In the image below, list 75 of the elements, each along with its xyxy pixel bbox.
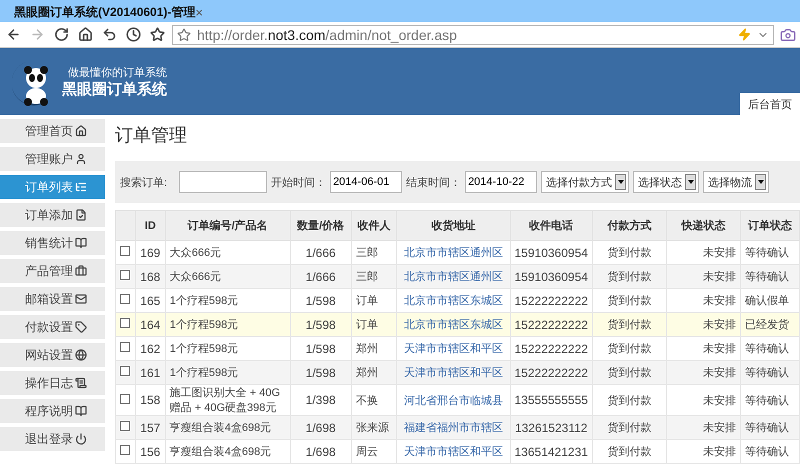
row-checkbox[interactable] — [120, 394, 130, 404]
person-icon — [75, 153, 87, 165]
document-check-icon — [75, 209, 87, 221]
tab-close-button[interactable]: × — [195, 4, 203, 20]
scroll-icon — [75, 377, 87, 389]
start-date-label: 开始时间： — [271, 176, 326, 190]
address-bar[interactable]: http://order.not3.com/admin/not_order.asp — [172, 24, 774, 44]
home-tab[interactable]: 后台首页 — [740, 93, 800, 115]
end-date-field[interactable]: 2014-10-22 — [465, 171, 538, 193]
sidebar-item[interactable]: 程序说明 — [0, 399, 105, 423]
url-text: http://order.not3.com/admin/not_order.asp — [197, 26, 458, 42]
search-label: 搜索订单: — [120, 176, 168, 190]
row-checkbox[interactable] — [120, 366, 130, 376]
column-header: 订单编号/产品名 — [165, 210, 290, 240]
column-header: 数量/价格 — [290, 210, 352, 240]
caret-icon — [688, 180, 694, 184]
column-header: 收件人 — [351, 210, 397, 240]
address-link[interactable]: 天津市市辖区和平区 — [396, 440, 510, 464]
column-header: 快递状态 — [666, 210, 740, 240]
table-cell: 等待确认 — [740, 440, 800, 464]
row-checkbox[interactable] — [120, 445, 130, 455]
table-cell: 未安排 — [666, 440, 740, 464]
filter-select[interactable]: 选择物流 — [703, 171, 770, 193]
column-header: 收件电话 — [510, 210, 592, 240]
table-cell: 1/698 — [290, 440, 352, 464]
column-header: 付款方式 — [592, 210, 666, 240]
end-date-label: 结束时间： — [406, 176, 462, 190]
briefcase-icon — [75, 265, 87, 277]
refresh-icon[interactable] — [52, 26, 70, 44]
sidebar-item[interactable]: 管理账户 — [0, 147, 105, 171]
table-cell: 156 — [135, 440, 166, 464]
power-icon — [75, 433, 87, 445]
row-checkbox[interactable] — [120, 421, 130, 431]
tag-icon — [75, 321, 87, 333]
caret-icon — [758, 180, 764, 184]
home-icon[interactable] — [76, 26, 94, 44]
sidebar-item[interactable]: 网站设置 — [0, 343, 105, 367]
mail-icon — [75, 293, 87, 305]
sidebar-item[interactable]: 退出登录 — [0, 427, 105, 451]
row-checkbox[interactable] — [120, 246, 130, 256]
sidebar-item[interactable]: 订单添加 — [0, 203, 105, 227]
column-header: ID — [135, 210, 166, 240]
sidebar-item[interactable]: 邮箱设置 — [0, 287, 105, 311]
bookmark-icon[interactable] — [148, 26, 166, 44]
sidebar-item[interactable]: 管理首页 — [0, 119, 105, 143]
row-checkbox[interactable] — [120, 294, 130, 304]
tab-title: 黑眼圈订单系统(V20140601)-管理 — [14, 4, 196, 20]
row-checkbox[interactable] — [120, 270, 130, 280]
page-title: 订单管理 — [115, 124, 188, 147]
search-field[interactable] — [179, 171, 268, 193]
list-icon — [75, 181, 87, 193]
caret-icon — [618, 180, 624, 184]
sidebar-item[interactable]: 产品管理 — [0, 259, 105, 283]
row-checkbox[interactable] — [120, 318, 130, 328]
filter-select[interactable]: 选择付款方式 — [541, 171, 630, 193]
column-header: 收货地址 — [396, 210, 510, 240]
row-checkbox[interactable] — [120, 342, 130, 352]
book-icon — [75, 405, 87, 417]
start-date-field[interactable]: 2014-06-01 — [330, 171, 402, 193]
home-icon — [75, 125, 87, 137]
logo-title: 黑眼圈订单系统 — [62, 80, 167, 98]
logo-slogan: 做最懂你的订单系统 — [68, 66, 167, 80]
table-cell: 13651421231 — [510, 440, 592, 464]
sidebar-item[interactable]: 付款设置 — [0, 315, 105, 339]
sidebar-item[interactable]: 销售统计 — [0, 231, 105, 255]
star-icon[interactable] — [177, 28, 191, 42]
table-cell: 亨瘦组合装4盒698元 — [165, 440, 290, 464]
history-icon[interactable] — [124, 26, 142, 44]
filter-select[interactable]: 选择状态 — [633, 171, 700, 193]
globe-icon — [75, 349, 87, 361]
column-header: 订单状态 — [740, 210, 800, 240]
sidebar-item[interactable]: 操作日志 — [0, 371, 105, 395]
table-cell: 周云 — [351, 440, 397, 464]
camera-icon[interactable] — [780, 26, 796, 42]
table-cell: 货到付款 — [592, 440, 666, 464]
